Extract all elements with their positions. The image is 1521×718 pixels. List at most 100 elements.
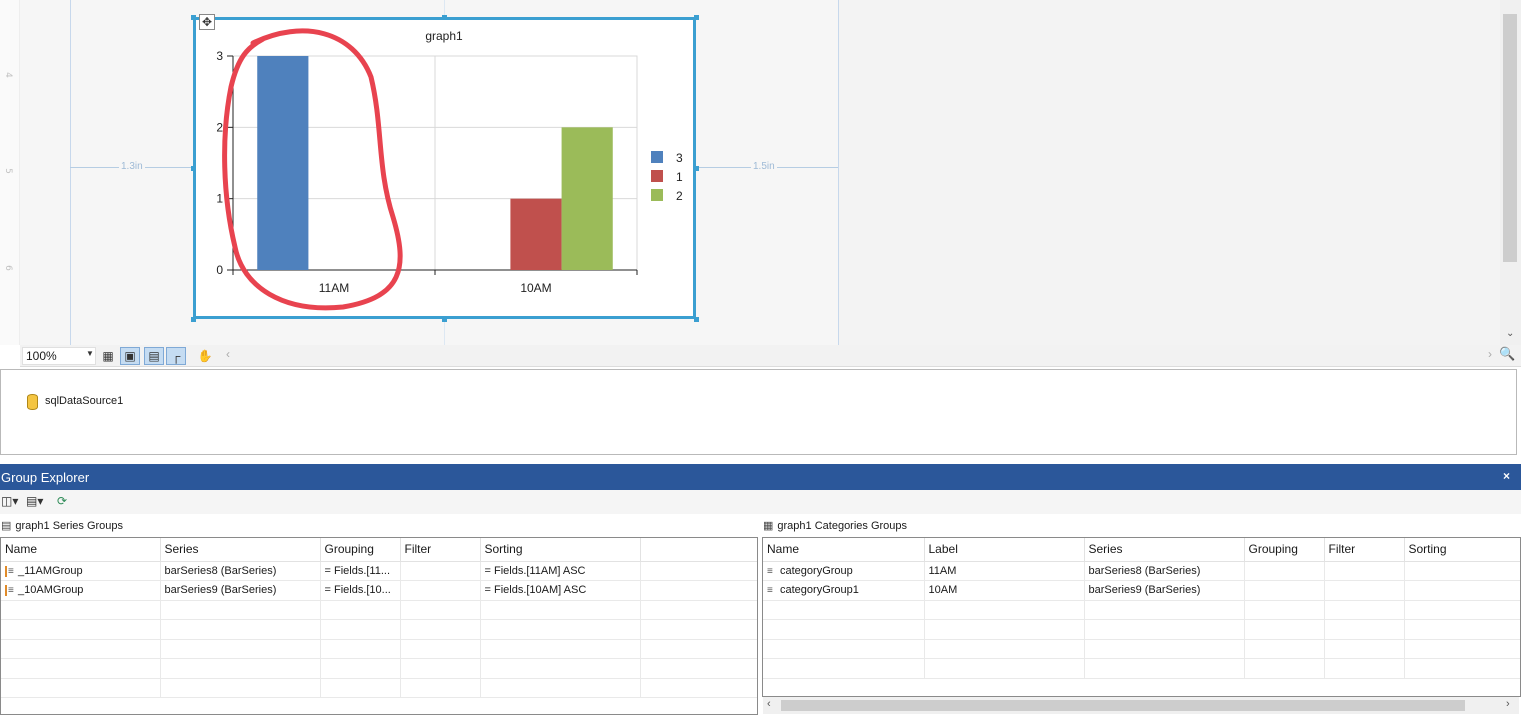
table-cell	[763, 619, 925, 640]
cell-text: = Fields.[10...	[324, 584, 391, 597]
table-cell	[400, 561, 481, 581]
column-header[interactable]: Filter	[1324, 538, 1405, 562]
table-cell	[320, 658, 401, 679]
scroll-right-icon[interactable]: ›	[1506, 698, 1510, 710]
column-header[interactable]: Series	[1084, 538, 1245, 562]
column-header[interactable]: Series	[160, 538, 321, 562]
left-margin-label: 1.3in	[119, 161, 145, 172]
group-icon: ≡	[767, 565, 773, 577]
horizontal-scrollbar[interactable]: ‹ ›	[763, 697, 1519, 714]
table-cell	[1324, 580, 1405, 601]
table-cell	[1, 639, 161, 659]
pan-hand-icon[interactable]: ✋	[195, 347, 215, 365]
view-options-icon[interactable]: ▤▾	[26, 494, 43, 508]
table-cell	[1404, 561, 1520, 581]
report-designer-surface[interactable]: 4 5 6 1.3in 1.5in ⌄ graph1 0 1 2 3 11AM 10AM 3 1…	[0, 0, 1521, 345]
table-cell	[924, 639, 1085, 659]
zoom-dropdown[interactable]: 100%	[22, 347, 96, 365]
table-row	[763, 600, 1520, 620]
cell-text: barSeries9 (BarSeries)	[1088, 584, 1201, 597]
table-cell	[480, 619, 641, 640]
layout-icon[interactable]: ◫▾	[1, 494, 18, 508]
ruler-toggle-icon[interactable]: ┌	[166, 347, 186, 365]
table-cell: barSeries8 (BarSeries)	[160, 561, 321, 581]
table-cell	[763, 600, 925, 620]
cell-text: _10AMGroup	[18, 584, 84, 597]
table-row[interactable]: ≡ _10AMGroup barSeries9 (BarSeries) = Field…	[1, 580, 757, 601]
series-groups-caption: ▤ graph1 Series Groups	[1, 519, 123, 532]
group-icon: ≡	[5, 585, 15, 597]
table-cell: ≡ _10AMGroup	[1, 580, 161, 601]
table-cell	[1404, 658, 1520, 679]
data-source-item[interactable]: sqlDataSource1	[45, 395, 123, 407]
table-row	[1, 619, 757, 640]
table-cell	[924, 600, 1085, 620]
table-cell: barSeries9 (BarSeries)	[1084, 580, 1245, 601]
table-cell	[1244, 561, 1325, 581]
table-row[interactable]: ≡ categoryGroup 11AM barSeries8 (BarSeries)	[763, 561, 1520, 581]
chevron-down-icon[interactable]: ▼	[86, 349, 94, 358]
bar-10AM-series-1	[510, 198, 562, 270]
vertical-scrollbar[interactable]: ⌄	[1500, 0, 1521, 345]
move-icon[interactable]: ✥	[199, 14, 215, 30]
table-cell	[160, 639, 321, 659]
table-row	[763, 639, 1520, 659]
bar-11AM-series-3	[257, 56, 309, 270]
cell-text: = Fields.[11...	[324, 564, 391, 577]
table-cell	[1244, 600, 1325, 620]
table-row[interactable]: ≡ categoryGroup1 10AM barSeries9 (BarSeries…	[763, 580, 1520, 601]
table-row[interactable]: ≡ _11AMGroup barSeries8 (BarSeries) = Field…	[1, 561, 757, 581]
column-header[interactable]: Sorting	[480, 538, 641, 562]
group-icon: ≡	[5, 565, 15, 577]
scroll-left-icon[interactable]: ‹	[767, 698, 771, 710]
grid-toggle-icon[interactable]: ▦	[98, 347, 118, 365]
table-cell	[640, 580, 757, 601]
category-groups-grid: Name Label Series Grouping Filter Sorting ≡ ca…	[762, 537, 1521, 697]
page-layout-icon[interactable]: ▤	[144, 347, 164, 365]
scroll-down-icon[interactable]: ⌄	[1506, 328, 1514, 339]
table-cell	[640, 600, 757, 620]
column-header[interactable]: Grouping	[320, 538, 401, 562]
search-icon[interactable]: 🔍	[1499, 346, 1515, 362]
snap-to-grid-icon[interactable]: ▣	[120, 347, 140, 365]
table-cell	[400, 600, 481, 620]
table-cell	[1404, 600, 1520, 620]
column-header[interactable]: Name	[763, 538, 925, 562]
table-cell: 10AM	[924, 580, 1085, 601]
table-cell	[1324, 561, 1405, 581]
table-cell	[1244, 639, 1325, 659]
table-cell: ≡ categoryGroup	[763, 561, 925, 581]
cell-text: 10AM	[928, 584, 958, 597]
column-header[interactable]: Filter	[400, 538, 481, 562]
column-header[interactable]: Label	[924, 538, 1085, 562]
table-cell	[1084, 600, 1245, 620]
table-cell	[400, 619, 481, 640]
column-header[interactable]: Sorting	[1404, 538, 1520, 562]
horizontal-scroll-thumb[interactable]	[781, 700, 1465, 711]
table-cell	[1404, 639, 1520, 659]
legend-label: 3	[676, 151, 683, 165]
close-icon[interactable]: ×	[1503, 469, 1510, 483]
refresh-icon[interactable]: ⟳	[57, 494, 67, 508]
table-row	[1, 678, 757, 698]
table-cell	[1324, 619, 1405, 640]
table-cell	[1404, 580, 1520, 601]
table-cell	[400, 580, 481, 601]
table-row	[763, 619, 1520, 640]
table-cell	[1324, 658, 1405, 679]
vertical-scroll-thumb[interactable]	[1503, 14, 1517, 262]
table-cell	[1244, 658, 1325, 679]
table-cell: = Fields.[11AM] ASC	[480, 561, 641, 581]
scroll-left-icon[interactable]: ‹	[226, 347, 230, 361]
table-cell	[1084, 658, 1245, 679]
table-cell	[160, 658, 321, 679]
cell-text: barSeries8 (BarSeries)	[164, 564, 277, 577]
column-header[interactable]: Grouping	[1244, 538, 1325, 562]
cell-text: barSeries8 (BarSeries)	[1088, 564, 1201, 577]
y-tick-label: 1	[216, 192, 223, 206]
bar-chart: graph1 0 1 2 3 11AM 10AM 3 1 2	[216, 28, 683, 311]
table-cell	[320, 678, 401, 698]
outside-page-area	[838, 0, 1500, 345]
column-header[interactable]: Name	[1, 538, 161, 562]
scroll-right-icon[interactable]: ›	[1488, 347, 1492, 361]
